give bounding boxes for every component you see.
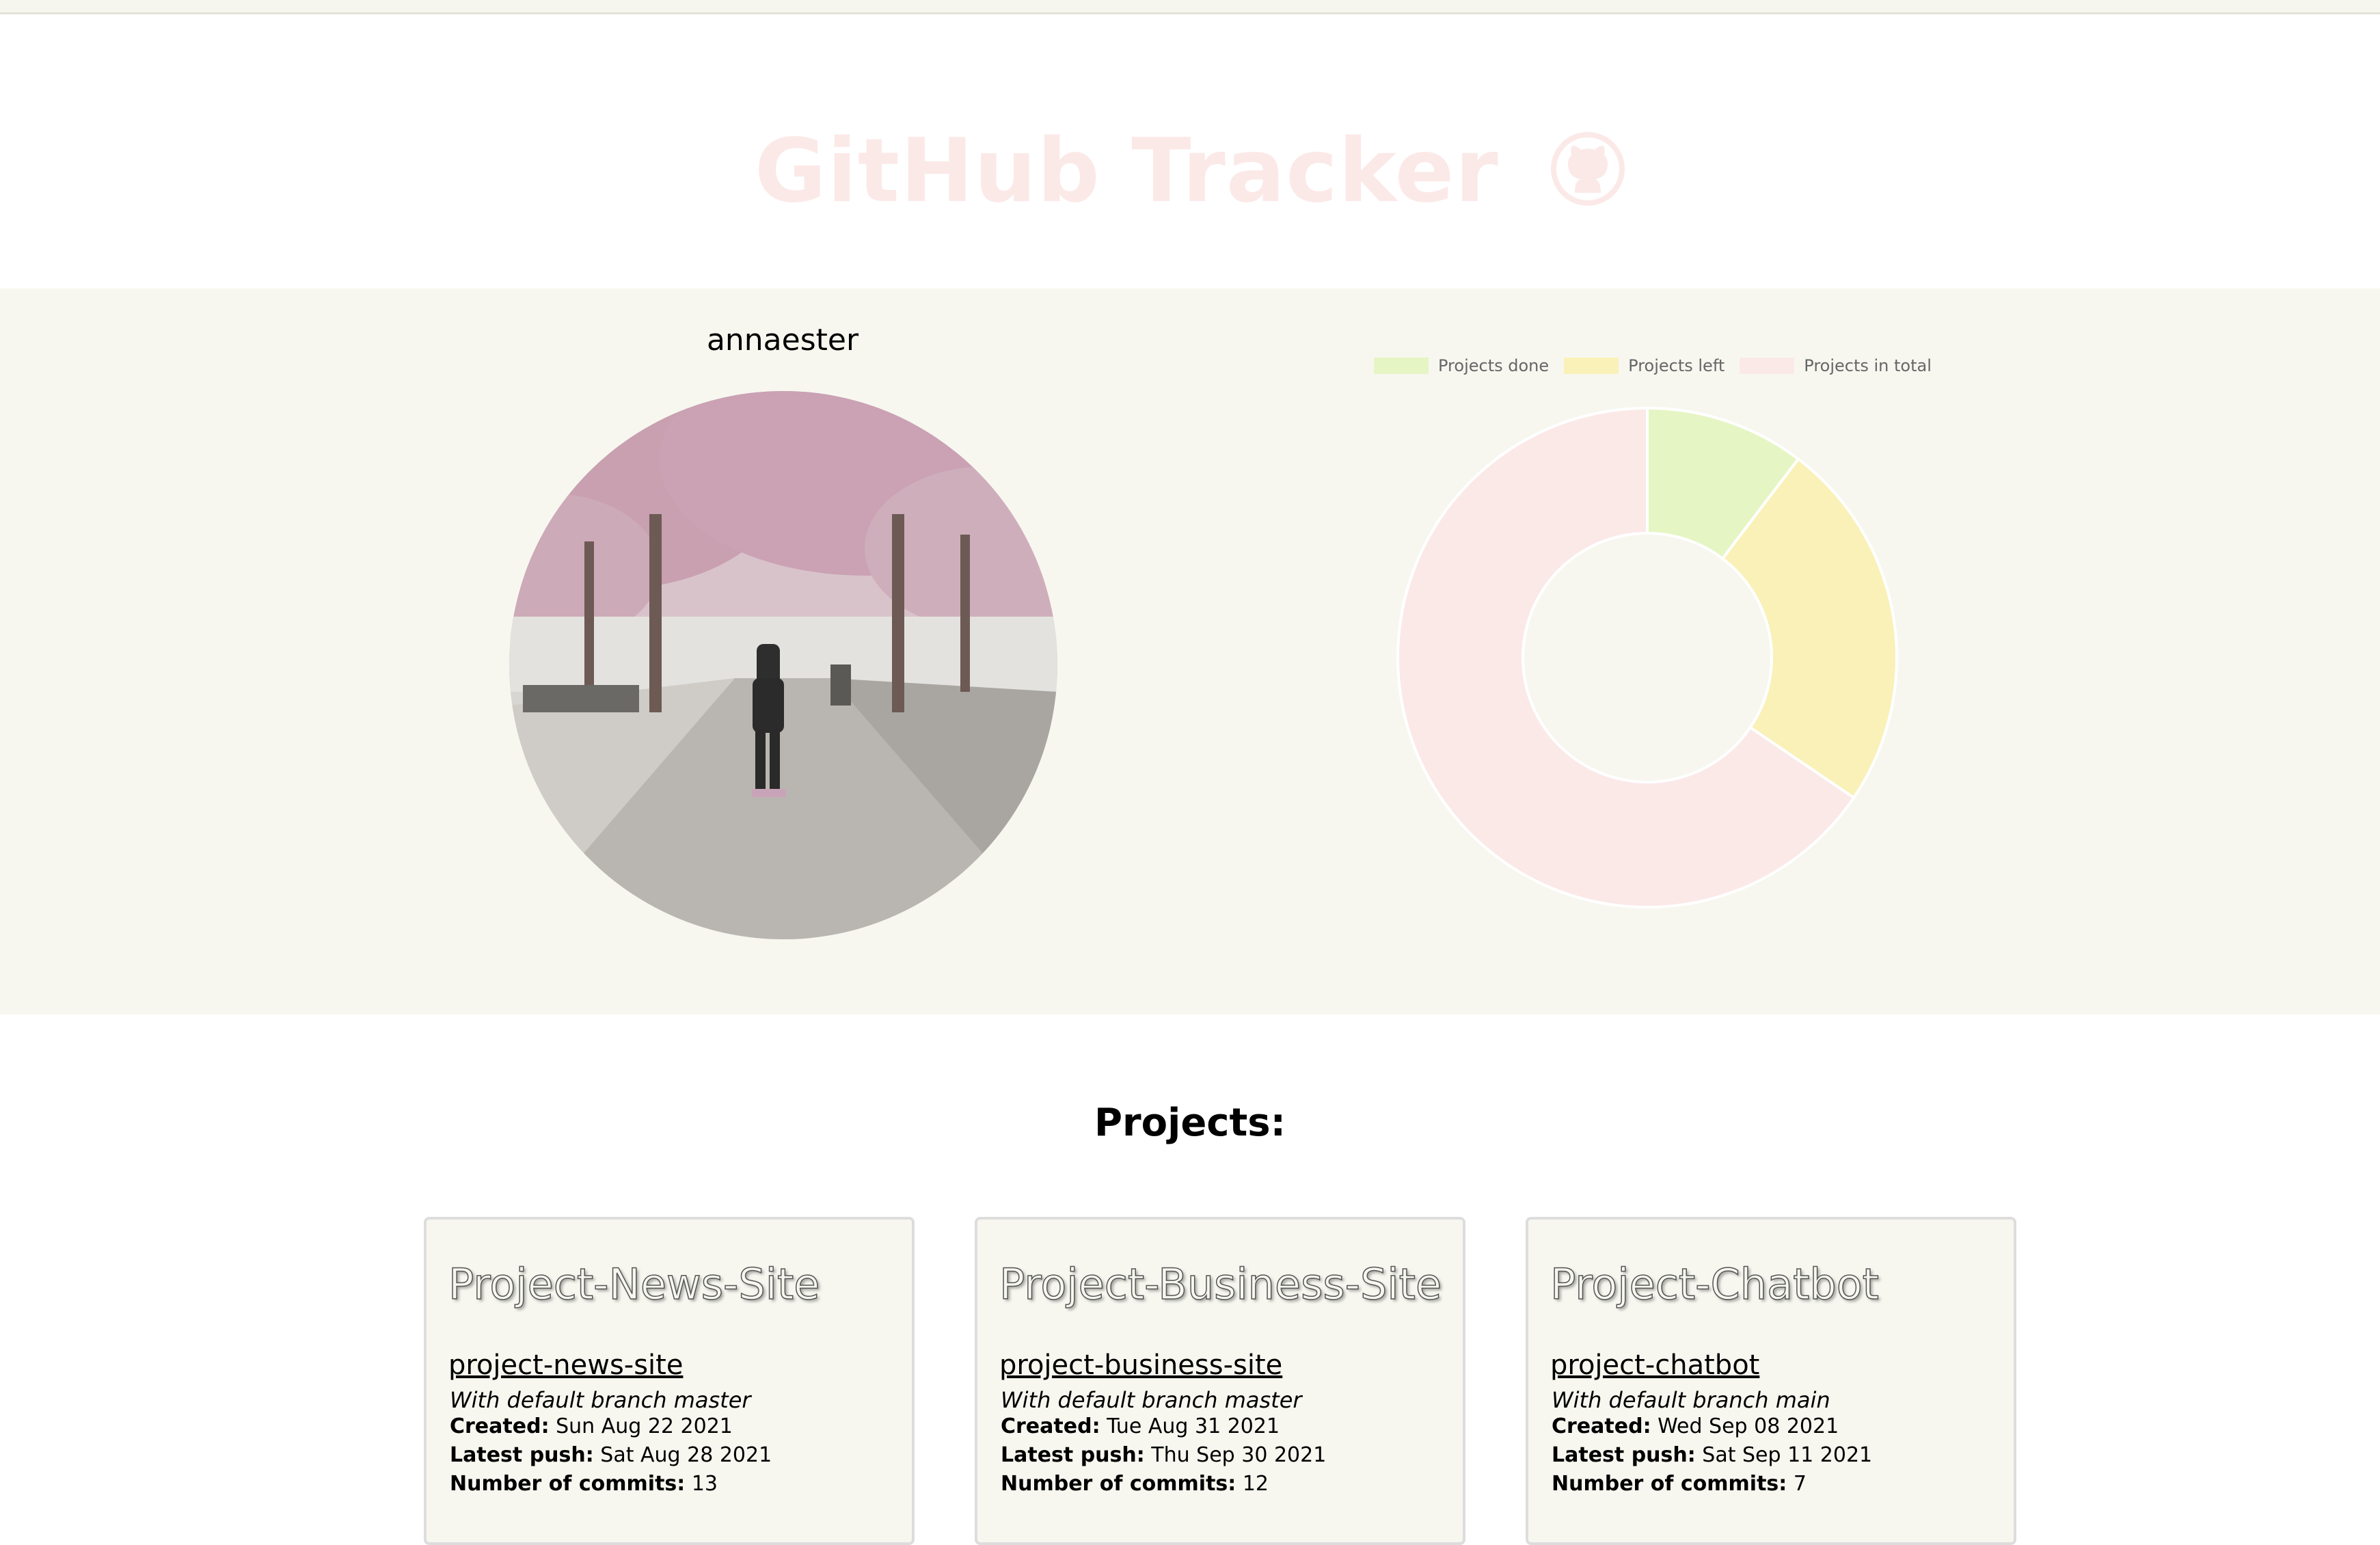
commits-label: Number of commits: xyxy=(450,1472,686,1496)
project-card: Project-Chatbot project-chatbot With def… xyxy=(1526,1217,2016,1545)
legend-label-projects-done: Projects done xyxy=(1438,356,1550,375)
project-commits: Number of commits: 7 xyxy=(1552,1472,1807,1496)
latest-push-value: Sat Sep 11 2021 xyxy=(1702,1443,1873,1467)
avatar xyxy=(509,391,1057,939)
project-card: Project-News-Site project-news-site With… xyxy=(424,1217,915,1545)
created-value: Sun Aug 22 2021 xyxy=(556,1414,733,1438)
project-card-title: Project-News-Site xyxy=(448,1259,820,1310)
legend-item-projects-in-total[interactable]: Projects in total xyxy=(1740,356,1932,375)
created-label: Created: xyxy=(1552,1414,1651,1438)
username: annaester xyxy=(706,323,859,358)
chart-legend: Projects done Projects left Projects in … xyxy=(1374,355,1932,376)
project-latest-push: Latest push: Sat Aug 28 2021 xyxy=(450,1443,772,1467)
latest-push-label: Latest push: xyxy=(450,1443,594,1467)
latest-push-label: Latest push: xyxy=(1552,1443,1696,1467)
page-header: GitHub Tracker xyxy=(0,14,2380,288)
project-repo-link[interactable]: project-business-site xyxy=(999,1349,1282,1381)
project-branch: With default branch main xyxy=(1552,1387,1830,1413)
legend-swatch-projects-in-total xyxy=(1740,358,1795,374)
site-title-text: GitHub Tracker xyxy=(754,120,1499,222)
project-card: Project-Business-Site project-business-s… xyxy=(975,1217,1465,1545)
github-octocat-icon xyxy=(1550,126,1625,228)
created-value: Wed Sep 08 2021 xyxy=(1658,1414,1839,1438)
project-created: Created: Tue Aug 31 2021 xyxy=(1001,1414,1280,1438)
legend-item-projects-done[interactable]: Projects done xyxy=(1374,356,1549,375)
project-branch: With default branch master xyxy=(1001,1387,1302,1413)
project-commits: Number of commits: 13 xyxy=(450,1472,718,1496)
legend-swatch-projects-left xyxy=(1564,358,1619,374)
project-card-title: Project-Business-Site xyxy=(999,1259,1442,1310)
project-repo-link[interactable]: project-news-site xyxy=(448,1349,683,1381)
latest-push-value: Sat Aug 28 2021 xyxy=(600,1443,772,1467)
project-latest-push: Latest push: Thu Sep 30 2021 xyxy=(1001,1443,1326,1467)
created-value: Tue Aug 31 2021 xyxy=(1107,1414,1280,1438)
project-branch: With default branch master xyxy=(450,1387,751,1413)
legend-label-projects-left: Projects left xyxy=(1628,356,1725,375)
commits-label: Number of commits: xyxy=(1001,1472,1236,1496)
projects-doughnut-chart xyxy=(1340,350,1955,965)
site-title: GitHub Tracker xyxy=(0,120,2380,228)
profile-section: annaester xyxy=(0,288,2380,1015)
legend-item-projects-left[interactable]: Projects left xyxy=(1564,356,1725,375)
latest-push-label: Latest push: xyxy=(1001,1443,1145,1467)
projects-heading: Projects: xyxy=(1094,1101,1286,1145)
project-repo-link[interactable]: project-chatbot xyxy=(1550,1349,1759,1381)
project-commits: Number of commits: 12 xyxy=(1001,1472,1269,1496)
commits-value: 7 xyxy=(1793,1472,1807,1496)
legend-swatch-projects-done xyxy=(1374,358,1429,374)
project-created: Created: Sun Aug 22 2021 xyxy=(450,1414,733,1438)
project-created: Created: Wed Sep 08 2021 xyxy=(1552,1414,1839,1438)
legend-label-projects-in-total: Projects in total xyxy=(1804,356,1932,375)
project-cards: Project-News-Site project-news-site With… xyxy=(424,1217,2025,1545)
latest-push-value: Thu Sep 30 2021 xyxy=(1151,1443,1327,1467)
created-label: Created: xyxy=(1001,1414,1100,1438)
project-card-title: Project-Chatbot xyxy=(1550,1259,1879,1310)
browser-top-strip xyxy=(0,0,2380,14)
commits-value: 12 xyxy=(1242,1472,1269,1496)
created-label: Created: xyxy=(450,1414,550,1438)
commits-label: Number of commits: xyxy=(1552,1472,1787,1496)
project-latest-push: Latest push: Sat Sep 11 2021 xyxy=(1552,1443,1872,1467)
commits-value: 13 xyxy=(691,1472,718,1496)
